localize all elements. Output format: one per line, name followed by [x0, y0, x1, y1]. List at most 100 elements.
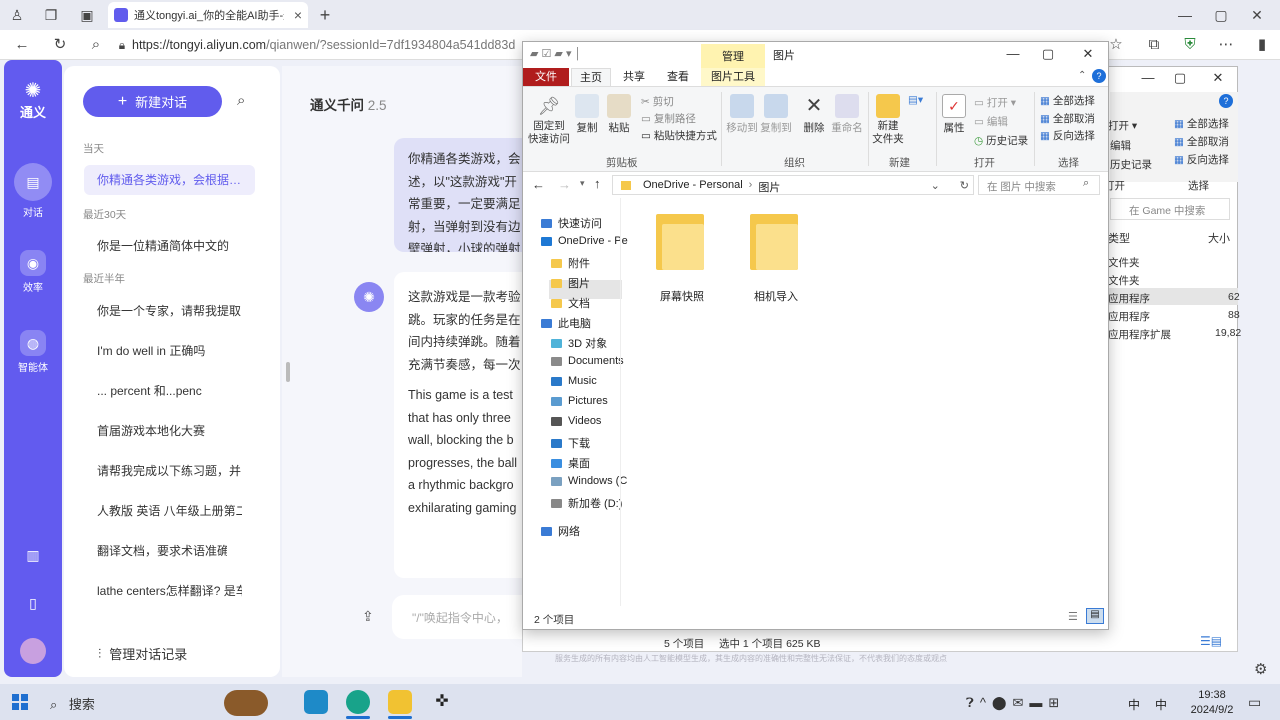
more-menu-icon[interactable]: ⋯	[1216, 35, 1236, 55]
tree-item[interactable]: 附件	[551, 255, 590, 271]
tab-share[interactable]: 共享	[615, 68, 653, 86]
language-indicator[interactable]: 中	[1155, 696, 1167, 713]
close-icon[interactable]: ✕	[1208, 70, 1228, 86]
back-icon[interactable]: ←	[12, 35, 32, 55]
rail-doc[interactable]: ▥	[4, 542, 62, 571]
coconut-widget-icon[interactable]	[224, 690, 268, 716]
history-item[interactable]: 请帮我完成以下练习题，并	[97, 462, 242, 479]
large-icons-view-icon[interactable]: ▤	[1086, 608, 1104, 624]
minimize-icon[interactable]: —	[1003, 46, 1023, 61]
move-to-button[interactable]: 移动到	[726, 94, 758, 135]
new-item-icon[interactable]: ▤▾	[908, 94, 923, 106]
unity-icon[interactable]: ✜	[430, 690, 454, 714]
windows-start-icon[interactable]	[12, 694, 28, 710]
history-item-active[interactable]: 你精通各类游戏，会根据…	[84, 165, 255, 195]
properties-button[interactable]: ✓ 属性	[940, 94, 968, 135]
browser-app-icon[interactable]: ♙	[8, 6, 26, 24]
address-breadcrumb[interactable]: OneDrive - Personal › 图片 ⌄ ↻	[612, 175, 974, 195]
invert-selection-button[interactable]: ▦ 反向选择	[1040, 128, 1095, 143]
tree-item[interactable]: 网络	[541, 523, 580, 539]
tab-close-icon[interactable]: ×	[294, 7, 302, 23]
invert-selection-button[interactable]: ▦ 反向选择	[1174, 152, 1229, 167]
tab-actions-icon[interactable]: ▣	[78, 6, 96, 24]
tree-item[interactable]: Pictures	[551, 395, 608, 407]
new-folder-button[interactable]: 新建 文件夹	[872, 94, 904, 146]
model-title[interactable]: 通义千问 2.5	[310, 94, 387, 114]
browser-tab-active[interactable]: 通义tongyi.ai_你的全能AI助手-通 ×	[108, 2, 308, 28]
paste-button[interactable]: 粘贴	[606, 94, 632, 135]
ime-indicator[interactable]: 中	[1128, 696, 1140, 713]
rename-button[interactable]: 重命名	[830, 94, 864, 135]
folder-icon[interactable]	[656, 214, 704, 270]
file-row-type[interactable]: 应用程序	[1108, 309, 1150, 324]
tree-item[interactable]: 桌面	[551, 455, 590, 471]
file-row-type[interactable]: 应用程序	[1108, 291, 1150, 306]
help-icon[interactable]: ?	[1092, 69, 1106, 83]
upload-icon[interactable]: ⇪	[362, 608, 374, 625]
history-item[interactable]: 翻译文档，要求术语准确	[97, 542, 227, 559]
manage-history-button[interactable]: ⫶ 管理对话记录	[98, 644, 187, 663]
folder-label[interactable]: 相机导入	[748, 288, 804, 304]
chat-input[interactable]: "/"唤起指令中心，	[392, 595, 522, 639]
up-icon[interactable]: ↑	[594, 176, 601, 191]
breadcrumb-pictures[interactable]: 图片	[758, 179, 780, 194]
tree-item[interactable]: 图片	[551, 275, 590, 291]
tree-item[interactable]: 下载	[551, 435, 590, 451]
back-icon[interactable]: ←	[532, 177, 545, 192]
history-item[interactable]: lathe centers怎样翻译? 是车	[97, 582, 242, 599]
chevron-down-icon[interactable]: ⌄	[931, 179, 940, 194]
tree-item[interactable]: OneDrive - Pe	[541, 235, 628, 247]
favorites-icon[interactable]: ☆	[1106, 35, 1126, 55]
folder-label[interactable]: 屏幕快照	[656, 288, 708, 304]
breadcrumb-onedrive[interactable]: OneDrive - Personal	[643, 179, 743, 194]
edge-icon[interactable]	[346, 690, 370, 714]
minimize-icon[interactable]: —	[1176, 6, 1194, 24]
refresh-icon[interactable]: ↻	[50, 35, 70, 55]
extension-icon[interactable]: ⛨	[1180, 35, 1200, 55]
explorer-search-input[interactable]: 在 图片 中搜索	[978, 175, 1100, 195]
rail-item-chat[interactable]: ▤ 对话	[4, 163, 62, 219]
new-chat-button[interactable]: + 新建对话	[83, 86, 222, 117]
new-tab-button[interactable]: +	[316, 6, 334, 24]
lock-icon[interactable]: 🔒︎	[112, 35, 132, 55]
select-all-button[interactable]: ▦ 全部选择	[1040, 93, 1095, 108]
history-button[interactable]: 历史记录	[1110, 157, 1152, 172]
tree-item[interactable]: 此电脑	[541, 315, 591, 331]
rail-item-agent[interactable]: ◍ 智能体	[4, 330, 62, 374]
edit-button[interactable]: 编辑	[1110, 138, 1131, 153]
select-none-button[interactable]: ▦ 全部取消	[1174, 134, 1229, 149]
column-size[interactable]: 大小	[1208, 230, 1230, 246]
url-field[interactable]: https://tongyi.aliyun.com/qianwen/?sessi…	[132, 36, 522, 54]
recent-dropdown-icon[interactable]: ▾	[580, 178, 585, 189]
history-item[interactable]: 你是一位精通简体中文的	[97, 237, 247, 254]
maximize-icon[interactable]: ▢	[1170, 70, 1190, 86]
search-icon[interactable]: ⌕	[86, 35, 106, 55]
copy-button[interactable]: 复制	[574, 94, 600, 135]
tab-view[interactable]: 查看	[660, 68, 696, 86]
edit-button[interactable]: ▭ 编辑	[974, 114, 1008, 129]
minimize-icon[interactable]: —	[1138, 70, 1158, 85]
tab-picture-tools[interactable]: 图片工具	[701, 68, 765, 86]
maximize-icon[interactable]: ▢	[1212, 6, 1230, 24]
settings-icon[interactable]: ⚙	[1254, 660, 1267, 678]
file-row-type[interactable]: 文件夹	[1108, 255, 1140, 270]
tongyi-logo[interactable]: ✺ 通义	[4, 80, 62, 121]
file-row-type[interactable]: 文件夹	[1108, 273, 1140, 288]
back-search-input[interactable]: 在 Game 中搜索	[1110, 198, 1230, 220]
collections-icon[interactable]: ⧉	[1144, 35, 1164, 55]
history-item[interactable]: 人教版 英语 八年级上册第二	[97, 502, 242, 519]
open-button[interactable]: ▭ 打开 ▾	[974, 95, 1016, 110]
refresh-icon[interactable]: ↻	[960, 179, 969, 194]
maximize-icon[interactable]: ▢	[1038, 46, 1058, 62]
details-view-icon[interactable]: ☰▤	[1200, 634, 1222, 648]
folder-icon[interactable]	[750, 214, 798, 270]
cut-button[interactable]: ✂ 剪切	[641, 94, 674, 109]
notification-icon[interactable]: ▭	[1248, 694, 1261, 711]
file-explorer-icon[interactable]	[388, 690, 412, 714]
file-row-type[interactable]: 应用程序扩展	[1108, 327, 1171, 342]
tree-item[interactable]: 3D 对象	[551, 335, 607, 351]
taskbar-search[interactable]: ⌕ 搜索	[50, 694, 95, 713]
close-icon[interactable]: ✕	[1078, 46, 1098, 62]
app-icon[interactable]	[304, 690, 328, 714]
delete-button[interactable]: ✕ 删除	[800, 94, 828, 135]
